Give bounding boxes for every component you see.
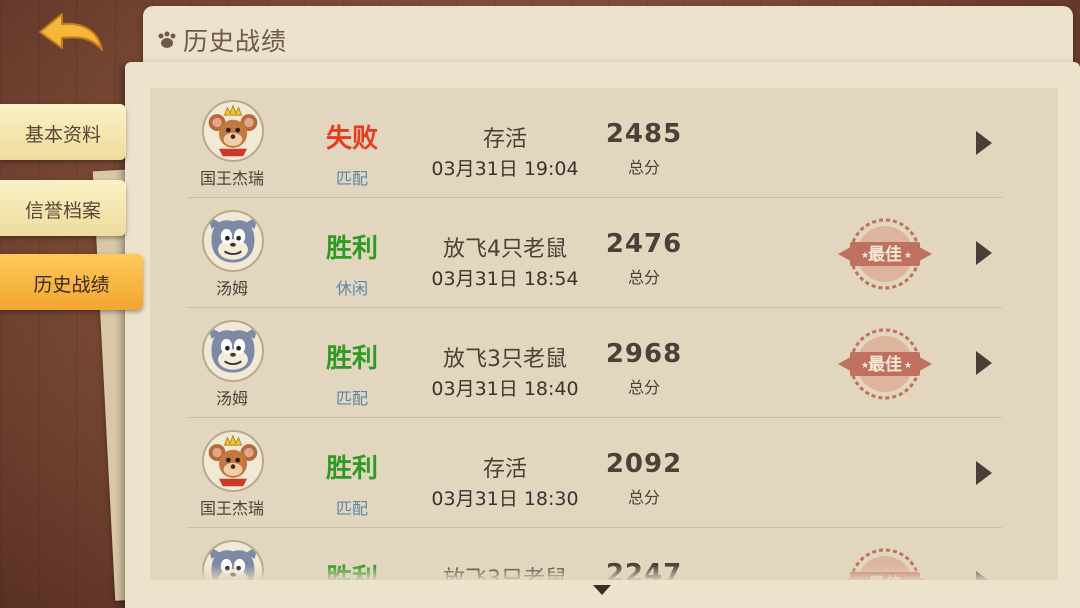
paw-icon <box>158 31 176 48</box>
page-title: 历史战绩 <box>183 27 288 56</box>
score-value: 2968 <box>605 339 683 369</box>
svg-text:★: ★ <box>861 251 869 261</box>
svg-text:最佳: 最佳 <box>868 244 902 265</box>
match-datetime: 03月31日 18:40 <box>431 378 579 400</box>
back-arrow-icon <box>39 13 103 51</box>
score-label: 总分 <box>627 268 660 287</box>
match-datetime: 03月31日 19:04 <box>431 158 579 180</box>
character-avatar <box>202 430 264 492</box>
achievement-text: 放飞3只老鼠 <box>443 347 567 372</box>
svg-text:★: ★ <box>861 361 869 371</box>
best-badge: 最佳 ★ ★ <box>836 214 934 294</box>
records-list[interactable]: 国王杰瑞 失败 匹配 存活 03月31日 19:04 2485 总分 汤姆 胜利… <box>150 88 1058 580</box>
tab-reputation[interactable]: 信誉档案 <box>0 180 126 236</box>
result-label: 胜利 <box>325 234 378 264</box>
record-row[interactable]: 国王杰瑞 胜利 匹配 存活 03月31日 18:30 2092 总分 <box>150 418 1058 528</box>
mode-label: 休闲 <box>335 279 368 298</box>
result-label: 失败 <box>325 124 378 154</box>
record-row[interactable]: 汤姆 胜利 匹配 放飞3只老鼠 03月31日 18:40 2968 总分 最佳 … <box>150 308 1058 418</box>
scroll-down-icon[interactable] <box>592 584 612 596</box>
best-badge: 最佳 ★ ★ <box>836 324 934 404</box>
tab-match-history[interactable]: 历史战绩 <box>0 254 143 310</box>
svg-text:★: ★ <box>904 361 912 371</box>
score-label: 总分 <box>627 488 660 507</box>
character-name: 汤姆 <box>215 279 248 298</box>
match-datetime: 03月31日 18:30 <box>431 488 579 510</box>
back-button[interactable] <box>36 10 108 58</box>
score-value: 2476 <box>605 229 683 259</box>
score-label: 总分 <box>627 158 660 177</box>
mode-label: 匹配 <box>335 499 368 518</box>
svg-text:★: ★ <box>904 251 912 261</box>
character-avatar <box>202 210 264 272</box>
character-avatar <box>202 320 264 382</box>
score-value: 2485 <box>605 119 683 149</box>
record-row[interactable]: 国王杰瑞 失败 匹配 存活 03月31日 19:04 2485 总分 <box>150 88 1058 198</box>
tab-basic-info[interactable]: 基本资料 <box>0 104 126 160</box>
character-name: 国王杰瑞 <box>199 499 264 518</box>
mode-label: 匹配 <box>335 169 368 188</box>
play-arrow-icon[interactable] <box>972 128 996 158</box>
tab-label: 基本资料 <box>24 124 101 146</box>
score-value: 2092 <box>605 449 683 479</box>
tab-label: 信誉档案 <box>24 200 101 222</box>
mode-label: 匹配 <box>335 389 368 408</box>
score-label: 总分 <box>627 378 660 397</box>
record-row[interactable]: 汤姆 胜利 休闲 放飞4只老鼠 03月31日 18:54 2476 总分 最佳 … <box>150 198 1058 308</box>
achievement-text: 存活 <box>482 127 527 152</box>
match-datetime: 03月31日 18:54 <box>431 268 579 290</box>
achievement-text: 放飞4只老鼠 <box>443 237 567 262</box>
result-label: 胜利 <box>325 454 378 484</box>
list-fade <box>150 565 1058 580</box>
play-arrow-icon[interactable] <box>972 458 996 488</box>
play-arrow-icon[interactable] <box>972 348 996 378</box>
character-name: 汤姆 <box>215 389 248 408</box>
tab-label: 历史战绩 <box>33 274 110 296</box>
svg-text:最佳: 最佳 <box>868 354 902 375</box>
result-label: 胜利 <box>325 344 378 374</box>
achievement-text: 存活 <box>482 457 527 482</box>
play-arrow-icon[interactable] <box>972 238 996 268</box>
character-avatar <box>202 100 264 162</box>
character-name: 国王杰瑞 <box>199 169 264 188</box>
